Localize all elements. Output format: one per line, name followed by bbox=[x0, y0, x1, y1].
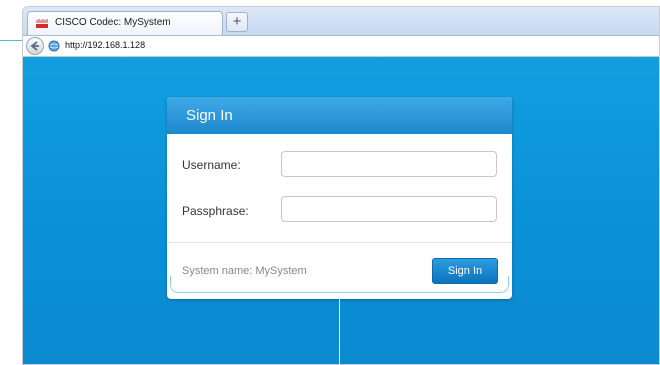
dialog-header: Sign In bbox=[167, 97, 512, 134]
passphrase-input[interactable] bbox=[281, 196, 497, 222]
globe-icon bbox=[48, 40, 60, 52]
divider bbox=[167, 242, 512, 243]
tab-bar: CISCO Codec: MySystem + bbox=[23, 7, 659, 36]
callout-bracket bbox=[170, 276, 509, 293]
browser-tab[interactable]: CISCO Codec: MySystem bbox=[27, 11, 223, 35]
back-button[interactable] bbox=[26, 37, 44, 55]
address-bar[interactable]: http://192.168.1.128 bbox=[23, 36, 659, 57]
cisco-logo-icon bbox=[36, 19, 48, 28]
username-input[interactable] bbox=[281, 151, 497, 177]
dialog-title: Sign In bbox=[186, 107, 233, 124]
tab-title: CISCO Codec: MySystem bbox=[55, 17, 171, 28]
username-label: Username: bbox=[182, 158, 241, 172]
back-arrow-icon bbox=[30, 41, 39, 51]
new-tab-button[interactable]: + bbox=[226, 12, 248, 32]
passphrase-label: Passphrase: bbox=[182, 204, 249, 218]
sign-in-dialog: Sign In Username: Passphrase: System nam… bbox=[167, 97, 512, 299]
callout-line-vertical bbox=[339, 296, 340, 365]
url-text[interactable]: http://192.168.1.128 bbox=[65, 40, 145, 50]
